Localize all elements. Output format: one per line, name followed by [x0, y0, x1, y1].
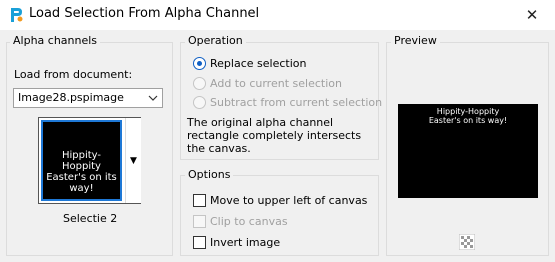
subtract-selection-label[interactable]: Subtract from current selection [210, 96, 382, 110]
paintshop-app-icon [11, 8, 23, 22]
dialog-window: Load Selection From Alpha Channel ✕ Alph… [0, 0, 555, 262]
preview-image: Hippity-Hoppity Easter's on its way! [398, 104, 538, 198]
thumbnail-text-line2: Easter's on its way! [46, 172, 117, 194]
alpha-channels-legend: Alpha channels [10, 34, 101, 48]
alpha-channel-picker[interactable]: Hippity-Hoppity Easter's on its way! ▼ [38, 117, 141, 204]
options-legend: Options [185, 168, 234, 182]
document-select-value: Image28.pspimage [18, 91, 124, 104]
preview-text-line2: Easter's on its way! [428, 116, 508, 125]
channel-name: Selectie 2 [63, 212, 118, 225]
subtract-selection-radio[interactable] [193, 96, 206, 109]
close-button[interactable]: ✕ [509, 0, 555, 30]
operation-legend: Operation [185, 34, 246, 48]
replace-selection-label[interactable]: Replace selection [210, 57, 306, 71]
move-upper-left-checkbox[interactable] [193, 194, 206, 207]
add-selection-label[interactable]: Add to current selection [210, 77, 342, 91]
thumbnail-text-line1: Hippity-Hoppity [61, 150, 102, 172]
move-upper-left-label[interactable]: Move to upper left of canvas [210, 194, 367, 208]
invert-image-checkbox[interactable] [193, 236, 206, 249]
chevron-down-icon [148, 95, 158, 101]
clip-to-canvas-label[interactable]: Clip to canvas [210, 215, 288, 229]
window-title: Load Selection From Alpha Channel [29, 6, 260, 21]
title-bar[interactable]: Load Selection From Alpha Channel ✕ [0, 0, 555, 30]
picker-dropdown-arrow-icon[interactable]: ▼ [125, 118, 141, 203]
load-from-label: Load from document: [14, 68, 133, 81]
invert-image-label[interactable]: Invert image [210, 236, 280, 250]
transparency-checker-icon[interactable] [459, 234, 475, 250]
clip-to-canvas-checkbox[interactable] [193, 215, 206, 228]
replace-selection-radio[interactable] [193, 57, 206, 70]
document-select[interactable]: Image28.pspimage [13, 88, 163, 108]
add-selection-radio[interactable] [193, 77, 206, 90]
alpha-channel-thumbnail[interactable]: Hippity-Hoppity Easter's on its way! [41, 120, 122, 201]
preview-text-line1: Hippity-Hoppity [436, 107, 500, 116]
operation-info-text: The original alpha channel rectangle com… [187, 116, 362, 155]
preview-legend: Preview [391, 34, 440, 48]
